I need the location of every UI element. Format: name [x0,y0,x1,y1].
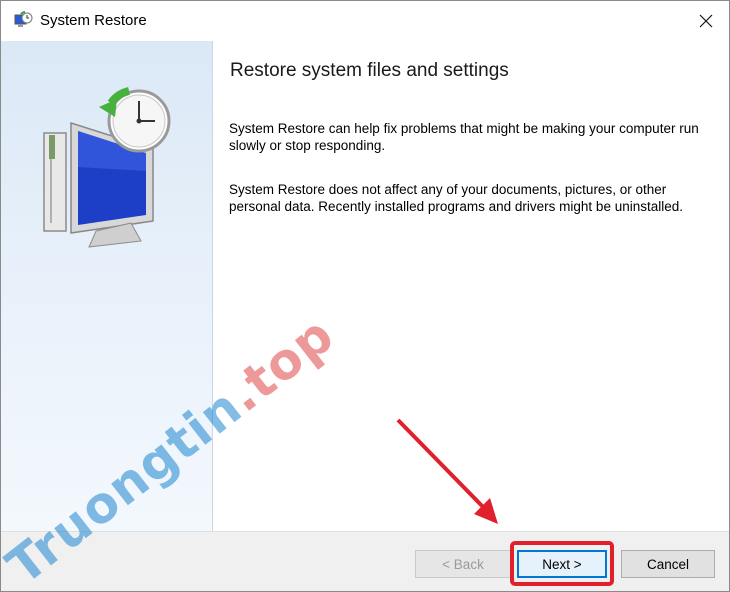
window-title: System Restore [40,12,147,29]
button-bar: < Back Next > Cancel [1,531,729,591]
side-panel [1,41,213,531]
back-button[interactable]: < Back [415,550,511,578]
description-paragraph-2: System Restore does not affect any of yo… [229,182,683,214]
title-bar[interactable]: System Restore [1,1,729,41]
system-restore-icon [13,11,33,31]
close-button[interactable] [683,1,729,41]
next-button[interactable]: Next > [517,550,607,578]
close-icon [699,14,713,28]
description-paragraph-1: System Restore can help fix problems tha… [229,121,699,153]
content-area: Restore system files and settings System… [213,41,729,531]
page-heading: Restore system files and settings [230,60,509,81]
system-restore-window: System Restore Restore system files and … [0,0,730,592]
cancel-button[interactable]: Cancel [621,550,715,578]
system-restore-illustration [43,87,171,248]
